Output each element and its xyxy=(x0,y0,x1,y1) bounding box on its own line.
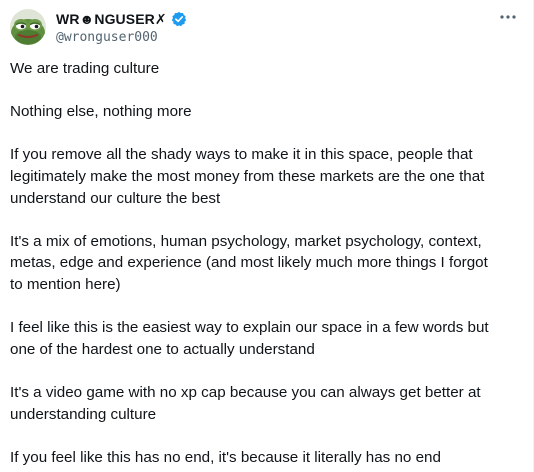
more-options-button[interactable] xyxy=(497,8,519,26)
tweet-header: WR☻NGUSER✗ @wronguser000 xyxy=(10,9,187,46)
tweet-paragraph: We are trading culture xyxy=(10,60,160,77)
tweet-paragraph: It's a mix of emotions, human psychology… xyxy=(10,232,488,293)
more-dots-icon xyxy=(500,15,516,19)
tweet-card: WR☻NGUSER✗ @wronguser000 We are trading … xyxy=(0,0,534,472)
display-name-row: WR☻NGUSER✗ xyxy=(56,10,187,28)
author-handle[interactable]: @wronguser000 xyxy=(56,29,187,46)
tweet-paragraph: It's a video game with no xp cap because… xyxy=(10,383,481,423)
tweet-text: We are trading culture Nothing else, not… xyxy=(10,58,524,472)
author-names: WR☻NGUSER✗ @wronguser000 xyxy=(56,10,187,46)
frog-avatar-icon xyxy=(10,9,46,45)
tweet-paragraph: Nothing else, nothing more xyxy=(10,103,192,121)
verified-badge-icon xyxy=(171,11,187,27)
display-name[interactable]: WR☻NGUSER✗ xyxy=(56,11,167,28)
tweet-paragraph: I feel like this is the easiest way to e… xyxy=(10,319,489,358)
avatar[interactable] xyxy=(10,9,46,45)
tweet-paragraph: If you feel like this has no end, it's b… xyxy=(10,448,441,466)
tweet-paragraph: If you remove all the shady ways to make… xyxy=(10,146,485,207)
